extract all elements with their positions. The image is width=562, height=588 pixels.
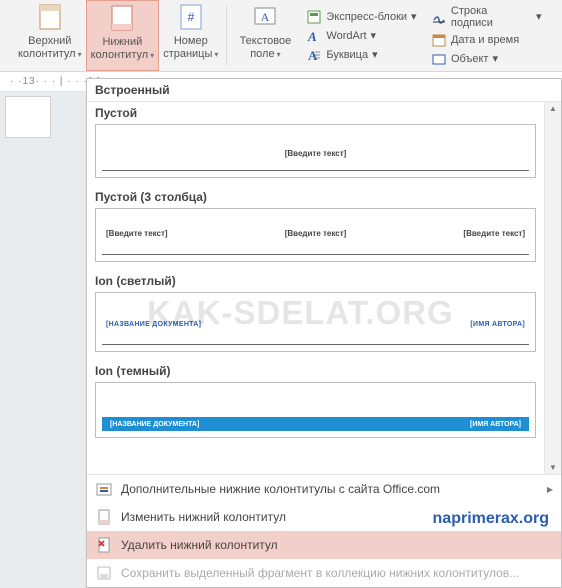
dropcap-label: Буквица <box>326 49 368 61</box>
wordart-label: WordArt <box>326 30 366 42</box>
object-button[interactable]: Объект ▾ <box>428 50 545 68</box>
dropcap-icon: A <box>306 47 322 63</box>
signature-label: Строка подписи <box>451 5 532 29</box>
header-label-2: колонтитул <box>18 48 76 60</box>
placeholder-text: [НАЗВАНИЕ ДОКУМЕНТА] <box>110 421 199 428</box>
gallery-item-ion-light[interactable]: Ion (светлый) [НАЗВАНИЕ ДОКУМЕНТА] [ИМЯ … <box>87 270 544 360</box>
signature-line-button[interactable]: Строка подписи ▾ <box>428 4 545 30</box>
chevron-down-icon: ▾ <box>214 50 218 59</box>
scrollbar[interactable]: ▲ ▼ <box>544 102 561 474</box>
footer-button[interactable]: Нижнийколонтитул▾ <box>86 0 160 71</box>
page-header-icon <box>38 4 62 34</box>
signature-icon <box>431 9 447 25</box>
datetime-label: Дата и время <box>451 34 519 46</box>
menu-label: Сохранить выделенный фрагмент в коллекци… <box>121 566 519 580</box>
dropcap-button[interactable]: A Буквица ▾ <box>303 46 420 64</box>
menu-remove-footer[interactable]: Удалить нижний колонтитул <box>87 531 561 559</box>
built-in-header: Встроенный <box>87 79 561 102</box>
header-button[interactable]: Верхнийколонтитул▾ <box>14 0 86 71</box>
placeholder-text: [ИМЯ АВТОРА] <box>470 321 525 328</box>
chevron-down-icon: ▾ <box>411 10 417 23</box>
textbox-button[interactable]: A Текстовоеполе▾ <box>231 0 299 71</box>
gallery-preview: [Введите текст] <box>95 124 536 178</box>
page-delete-icon <box>95 536 113 554</box>
gallery-title: Пустой (3 столбца) <box>95 190 536 204</box>
office-icon <box>95 480 113 498</box>
placeholder-text: [Введите текст] <box>285 229 347 238</box>
gallery-item-3col[interactable]: Пустой (3 столбца) [Введите текст] [Введ… <box>87 186 544 270</box>
document-area: Встроенный Пустой [Введите текст] Пустой… <box>0 92 562 588</box>
pageno-label-1: Номер <box>174 35 208 47</box>
gallery-preview: [НАЗВАНИЕ ДОКУМЕНТА] [ИМЯ АВТОРА] <box>95 382 536 438</box>
svg-text:#: # <box>187 10 194 24</box>
footer-label-2: колонтитул <box>91 49 149 61</box>
save-icon <box>95 564 113 582</box>
calendar-icon <box>431 32 447 48</box>
wordart-icon: A <box>306 28 322 44</box>
header-label-1: Верхний <box>28 35 71 47</box>
quick-parts-icon <box>306 9 322 25</box>
page-preview <box>5 96 51 138</box>
object-icon <box>431 51 447 67</box>
scroll-down-icon[interactable]: ▼ <box>549 463 557 472</box>
ribbon-right-group: Экспресс-блоки▾ A WordArt▾ A Буквица▾ Ст… <box>299 0 548 71</box>
svg-text:A: A <box>261 10 270 24</box>
gallery-scroll: Пустой [Введите текст] Пустой (3 столбца… <box>87 102 561 474</box>
blue-bar: [НАЗВАНИЕ ДОКУМЕНТА] [ИМЯ АВТОРА] <box>102 417 529 431</box>
placeholder-text: [НАЗВАНИЕ ДОКУМЕНТА] <box>106 321 201 328</box>
pageno-label-2: страницы <box>163 48 212 60</box>
datetime-button[interactable]: Дата и время <box>428 31 545 49</box>
chevron-down-icon: ▾ <box>150 51 154 60</box>
chevron-down-icon: ▾ <box>492 52 498 65</box>
gallery-preview: [НАЗВАНИЕ ДОКУМЕНТА] [ИМЯ АВТОРА] <box>95 292 536 352</box>
page-column <box>0 92 56 588</box>
object-label: Объект <box>451 53 488 65</box>
placeholder-text: [Введите текст] <box>285 149 347 158</box>
page-icon <box>95 508 113 526</box>
footer-gallery-panel: Встроенный Пустой [Введите текст] Пустой… <box>86 78 562 588</box>
ribbon-left-group: Верхнийколонтитул▾ Нижнийколонтитул▾ # Н… <box>0 0 299 71</box>
chevron-down-icon: ▾ <box>372 48 378 61</box>
gallery-title: Ion (светлый) <box>95 274 536 288</box>
chevron-right-icon: ▶ <box>547 485 553 494</box>
gallery-preview: [Введите текст] [Введите текст] [Введите… <box>95 208 536 262</box>
separator <box>226 6 227 65</box>
menu-label: Изменить нижний колонтитул <box>121 510 286 524</box>
menu-bottom: Дополнительные нижние колонтитулы с сайт… <box>87 474 561 587</box>
ribbon: Верхнийколонтитул▾ Нижнийколонтитул▾ # Н… <box>0 0 562 72</box>
textbox-label-2: поле <box>250 48 274 60</box>
menu-edit-footer[interactable]: Изменить нижний колонтитул <box>87 503 561 531</box>
gallery-title: Пустой <box>95 106 536 120</box>
chevron-down-icon: ▾ <box>78 50 82 59</box>
chevron-down-icon: ▾ <box>371 29 377 42</box>
menu-save-selection: Сохранить выделенный фрагмент в коллекци… <box>87 559 561 587</box>
placeholder-text: [ИМЯ АВТОРА] <box>470 421 521 428</box>
placeholder-text: [Введите текст] <box>106 229 168 238</box>
gallery-title: Ion (темный) <box>95 364 536 378</box>
footer-label-1: Нижний <box>102 36 142 48</box>
menu-more-office[interactable]: Дополнительные нижние колонтитулы с сайт… <box>87 475 561 503</box>
scroll-up-icon[interactable]: ▲ <box>549 104 557 113</box>
page-footer-icon <box>110 5 134 35</box>
wordart-button[interactable]: A WordArt ▾ <box>303 27 420 45</box>
textbox-label-1: Текстовое <box>240 35 292 47</box>
svg-text:A: A <box>307 29 317 43</box>
page-number-icon: # <box>179 4 203 34</box>
textbox-icon: A <box>253 4 277 34</box>
page-number-button[interactable]: # Номерстраницы▾ <box>159 0 222 71</box>
placeholder-text: [Введите текст] <box>463 229 525 238</box>
chevron-down-icon: ▾ <box>536 10 542 23</box>
gallery-item-ion-dark[interactable]: Ion (темный) [НАЗВАНИЕ ДОКУМЕНТА] [ИМЯ А… <box>87 360 544 446</box>
quick-parts-label: Экспресс-блоки <box>326 11 407 23</box>
gallery-item-empty[interactable]: Пустой [Введите текст] <box>87 102 544 186</box>
menu-label: Удалить нижний колонтитул <box>121 538 278 552</box>
menu-label: Дополнительные нижние колонтитулы с сайт… <box>121 482 440 496</box>
quick-parts-button[interactable]: Экспресс-блоки ▾ <box>303 8 420 26</box>
chevron-down-icon: ▾ <box>277 50 281 59</box>
